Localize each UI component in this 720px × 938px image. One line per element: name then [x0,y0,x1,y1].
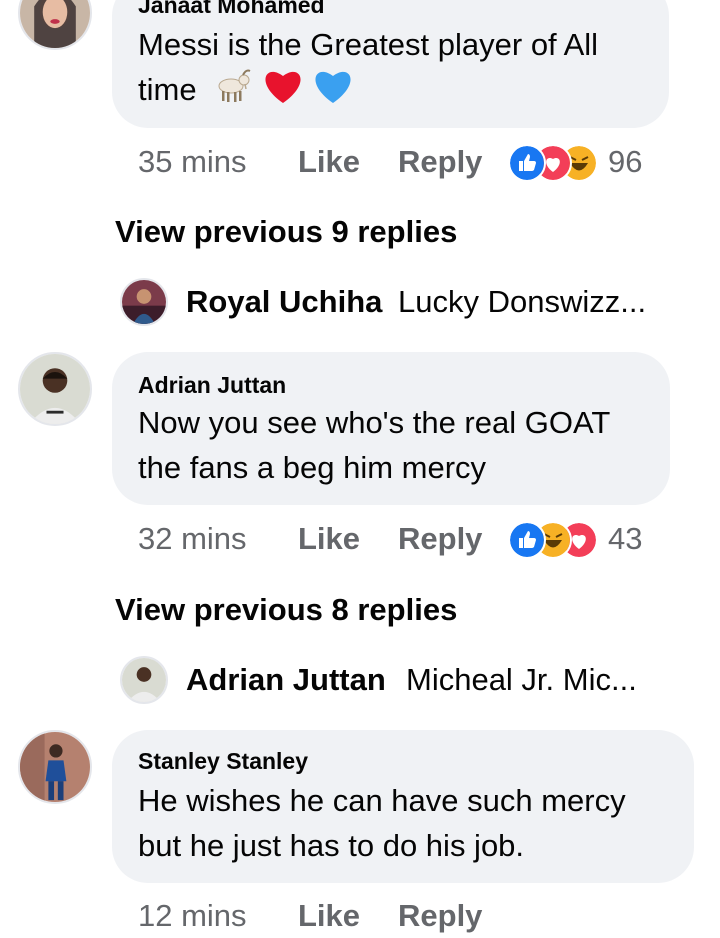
latest-reply-preview[interactable]: Royal Uchiha Lucky Donswizz... [120,276,680,326]
comment-bubble-adrian: Adrian Juttan Now you see who's the real… [112,352,670,505]
like-button[interactable]: Like [298,898,360,934]
comment-bubble-stanley: Stanley Stanley He wishes he can have su… [112,730,694,883]
reply-button[interactable]: Reply [398,898,482,934]
blue-heart-emoji [312,67,354,117]
reply-snippet: Micheal Jr. Mic... [406,662,637,697]
comment-text-line-2: but he just has to do his job. [138,828,525,863]
comment-text-line-1: Now you see who's the real GOAT [138,405,611,440]
avatar-janaat[interactable] [18,0,92,50]
like-button[interactable]: Like [298,144,360,180]
reaction-summary[interactable] [508,519,598,559]
reply-author[interactable]: Royal Uchiha [186,284,382,320]
avatar-adrian[interactable] [18,352,92,426]
comment-text-line-1: Messi is the Greatest player of All [138,27,599,62]
reaction-count[interactable]: 96 [608,144,642,180]
latest-reply-preview[interactable]: Adrian Juttan Micheal Jr. Mic... [120,654,680,704]
avatar-adrian-small [120,656,168,704]
view-previous-replies-link[interactable]: View previous 9 replies [115,214,457,250]
comment-time: 12 mins [138,898,247,933]
like-button[interactable]: Like [298,521,360,557]
reaction-count[interactable]: 43 [608,521,642,557]
comment-text-line-2: the fans a beg him mercy [138,450,487,485]
red-heart-emoji [262,67,304,117]
comment-bubble-janaat: Janaat Mohamed Messi is the Greatest pla… [112,0,669,128]
reply-snippet: Lucky Donswizz... [398,284,647,319]
comment-text-line-2: time [138,67,354,117]
comment-time: 35 mins [138,144,247,179]
comment-author[interactable]: Stanley Stanley [138,748,308,775]
comment-author[interactable]: Janaat Mohamed [138,0,325,19]
view-previous-replies-link[interactable]: View previous 8 replies [115,592,457,628]
comment-text-line-1: He wishes he can have such mercy [138,783,626,818]
avatar-royal-uchiha [120,278,168,326]
avatar-stanley[interactable] [18,730,92,804]
reply-button[interactable]: Reply [398,521,482,557]
goat-emoji [213,68,253,116]
comment-author[interactable]: Adrian Juttan [138,372,286,399]
reply-author[interactable]: Adrian Juttan [186,662,386,698]
comment-time: 32 mins [138,521,247,556]
like-reaction-icon [508,144,546,182]
reaction-summary[interactable] [508,142,598,182]
like-reaction-icon [508,521,546,559]
reply-button[interactable]: Reply [398,144,482,180]
